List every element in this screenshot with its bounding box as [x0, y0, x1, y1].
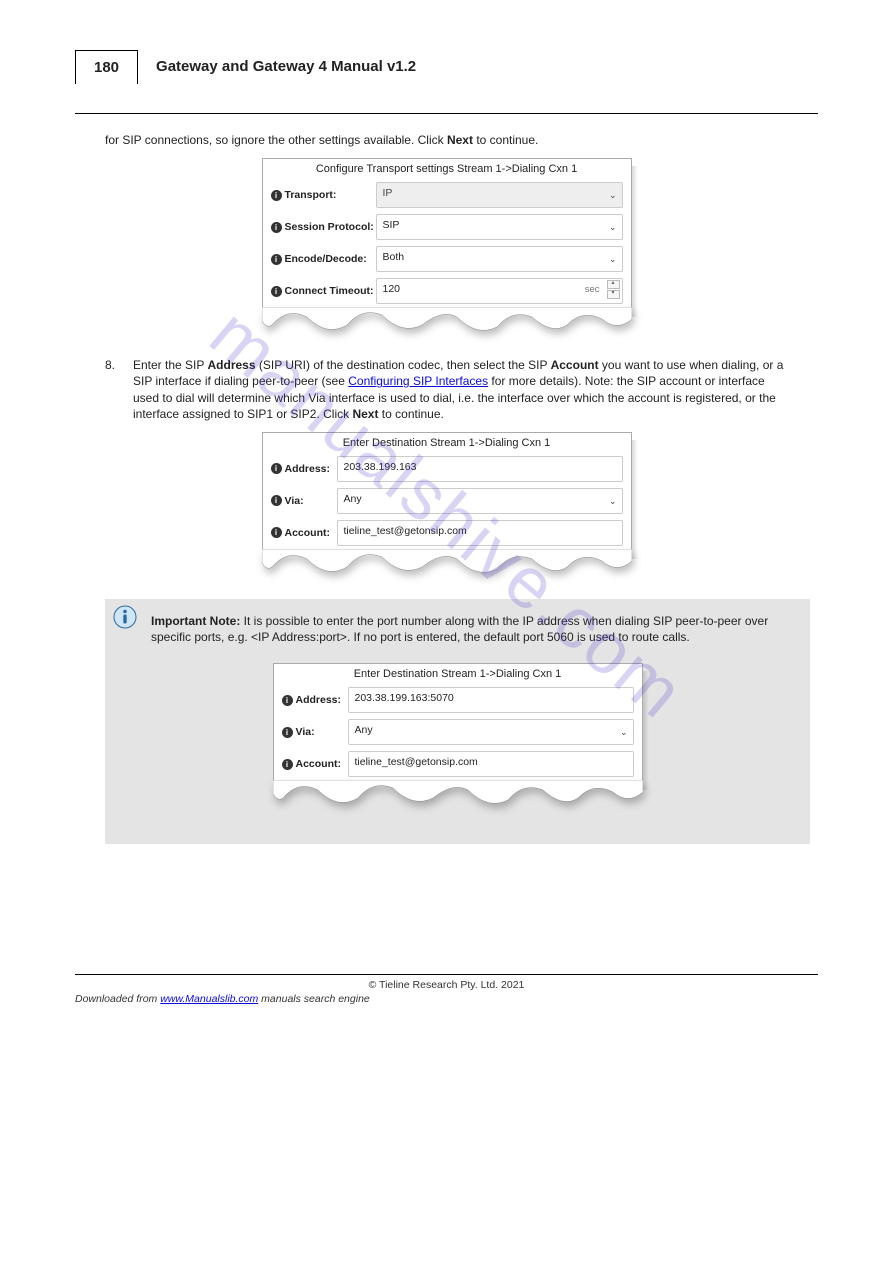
t: (SIP URI) of the destination codec, then… — [256, 358, 551, 372]
info-icon: i — [282, 759, 293, 770]
info-icon: i — [271, 254, 282, 265]
spinner-down-icon[interactable]: ▾ — [607, 290, 620, 299]
destination-panel-2: Enter Destination Stream 1->Dialing Cxn … — [273, 663, 643, 810]
timeout-unit: sec — [585, 283, 600, 297]
footer-suffix: manuals search engine — [258, 993, 370, 1005]
info-icon: i — [271, 286, 282, 297]
intro-paragraph: for SIP connections, so ignore the other… — [105, 132, 788, 148]
info-icon: i — [271, 495, 282, 506]
page-number: 180 — [75, 50, 138, 84]
connect-timeout-label: iConnect Timeout: — [271, 285, 376, 297]
session-protocol-select[interactable]: SIP⌄ — [376, 214, 623, 240]
timeout-spinner[interactable]: ▴▾ — [607, 280, 620, 299]
copyright-text: © Tieline Research Pty. Ltd. 2021 — [75, 979, 818, 991]
via-select[interactable]: Any⌄ — [337, 488, 623, 514]
panel-shadow — [632, 440, 638, 559]
via-select[interactable]: Any⌄ — [348, 719, 634, 745]
info-icon: i — [271, 463, 282, 474]
important-note-box: Important Note: It is possible to enter … — [105, 599, 810, 844]
torn-edge — [262, 549, 632, 579]
info-icon: i — [282, 695, 293, 706]
page-header: 180 Gateway and Gateway 4 Manual v1.2 — [75, 50, 818, 84]
step-number: 8. — [105, 357, 133, 422]
session-protocol-label: iSession Protocol: — [271, 221, 376, 233]
panel1-title: Configure Transport settings Stream 1->D… — [263, 159, 631, 179]
address-input[interactable]: 203.38.199.163 — [337, 456, 623, 482]
account-input[interactable]: tieline_test@getonsip.com — [348, 751, 634, 777]
panel-shadow — [632, 166, 638, 317]
account-input[interactable]: tieline_test@getonsip.com — [337, 520, 623, 546]
t: to continue. — [378, 407, 443, 421]
info-icon: i — [282, 727, 293, 738]
page-footer: © Tieline Research Pty. Ltd. 2021 Downlo… — [75, 974, 818, 1005]
manualslib-link[interactable]: www.Manualslib.com — [160, 993, 258, 1005]
intro-text-tail: to continue. — [473, 133, 538, 147]
connect-timeout-input[interactable]: 120sec ▴▾ — [376, 278, 623, 304]
chevron-down-icon: ⌄ — [609, 220, 617, 234]
note-heading: Important Note: — [151, 614, 240, 628]
next-bold: Next — [447, 133, 473, 147]
configuring-sip-interfaces-link[interactable]: Configuring SIP Interfaces — [348, 374, 488, 388]
torn-edge — [273, 780, 643, 810]
chevron-down-icon: ⌄ — [609, 188, 617, 202]
transport-select[interactable]: IP⌄ — [376, 182, 623, 208]
encode-decode-label: iEncode/Decode: — [271, 253, 376, 265]
info-icon: i — [271, 222, 282, 233]
encode-decode-select[interactable]: Both⌄ — [376, 246, 623, 272]
next-bold: Next — [352, 407, 378, 421]
address-label: iAddress: — [271, 463, 337, 475]
via-label: iVia: — [271, 495, 337, 507]
account-bold: Account — [551, 358, 599, 372]
address-input[interactable]: 203.38.199.163:5070 — [348, 687, 634, 713]
transport-settings-panel: Configure Transport settings Stream 1->D… — [262, 158, 632, 337]
header-title: Gateway and Gateway 4 Manual v1.2 — [138, 50, 818, 84]
chevron-down-icon: ⌄ — [609, 252, 617, 266]
header-rule — [75, 113, 818, 114]
step-8: 8. Enter the SIP Address (SIP URI) of th… — [105, 357, 788, 422]
spinner-up-icon[interactable]: ▴ — [607, 280, 620, 289]
info-icon: i — [271, 190, 282, 201]
panel2-title: Enter Destination Stream 1->Dialing Cxn … — [263, 433, 631, 453]
address-bold: Address — [208, 358, 256, 372]
account-label: iAccount: — [271, 527, 337, 539]
panel3-title: Enter Destination Stream 1->Dialing Cxn … — [274, 664, 642, 684]
note-text: It is possible to enter the port number … — [151, 614, 768, 644]
info-badge-icon — [113, 605, 137, 629]
footer-prefix: Downloaded from — [75, 993, 160, 1005]
chevron-down-icon: ⌄ — [609, 494, 617, 508]
transport-label: iTransport: — [271, 189, 376, 201]
destination-panel-1: Enter Destination Stream 1->Dialing Cxn … — [262, 432, 632, 579]
chevron-down-icon: ⌄ — [620, 725, 628, 739]
torn-edge — [262, 307, 632, 337]
account-label: iAccount: — [282, 758, 348, 770]
address-label: iAddress: — [282, 694, 348, 706]
info-icon: i — [271, 527, 282, 538]
t: Enter the SIP — [133, 358, 208, 372]
panel-shadow — [643, 671, 649, 790]
via-label: iVia: — [282, 726, 348, 738]
step-8-text: Enter the SIP Address (SIP URI) of the d… — [133, 357, 788, 422]
intro-text-part: for SIP connections, so ignore the other… — [105, 133, 447, 147]
